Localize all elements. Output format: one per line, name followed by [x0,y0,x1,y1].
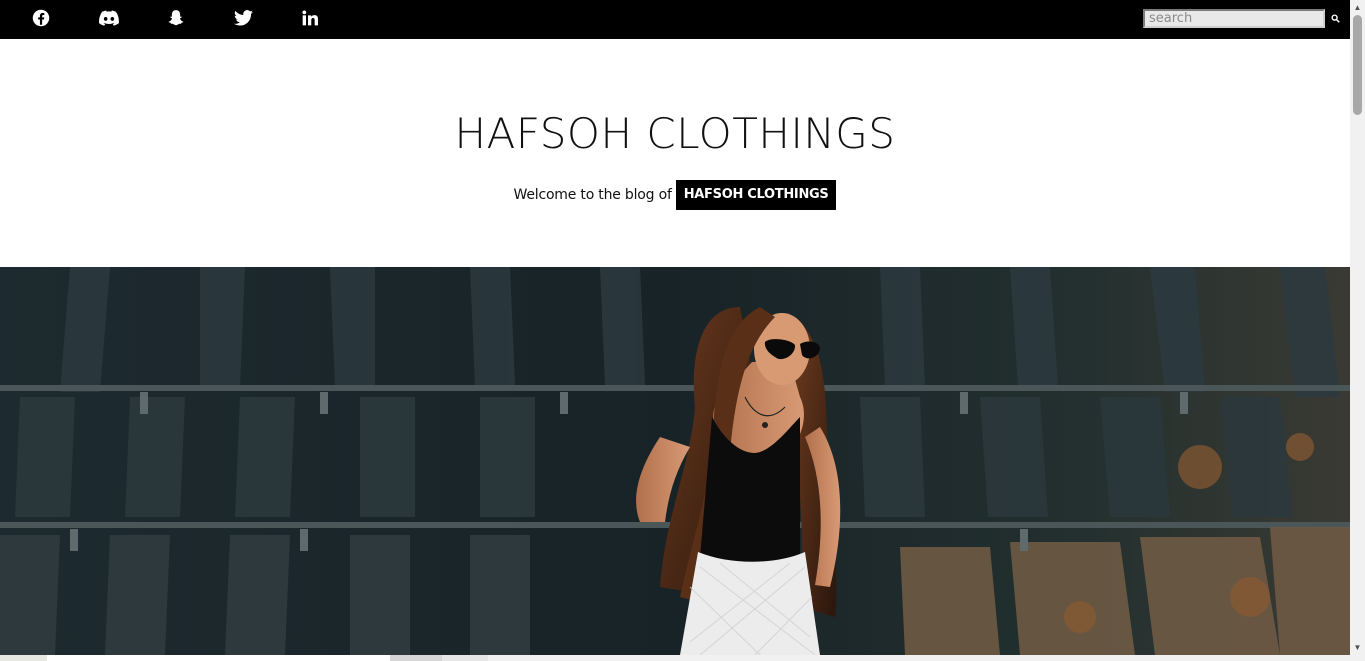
scroll-down-icon[interactable]: ▼ [1350,640,1365,655]
tagline-text: Welcome to the blog of [513,187,672,203]
search-icon [1330,14,1340,23]
snapchat-icon[interactable] [165,8,187,28]
twitter-icon[interactable] [232,8,254,28]
search-input[interactable] [1143,9,1325,28]
scrollbar-thumb[interactable] [1353,15,1362,115]
page-viewport: HAFSOH CLOTHINGS Welcome to the blog of … [0,0,1350,655]
hero-image [0,267,1350,655]
scroll-up-icon[interactable]: ▲ [1350,0,1365,15]
search-form [1143,9,1343,28]
linkedin-icon[interactable] [299,8,321,28]
site-title[interactable]: HAFSOH CLOTHINGS [0,108,1350,160]
vertical-scrollbar[interactable]: ▲ ▼ [1350,0,1365,661]
top-bar [0,0,1350,39]
site-tagline: Welcome to the blog of HAFSOH CLOTHINGS [0,180,1350,210]
bottom-strip [0,655,1350,661]
facebook-icon[interactable] [30,8,52,28]
tagline-badge: HAFSOH CLOTHINGS [675,180,837,210]
search-button[interactable] [1327,9,1343,28]
discord-icon[interactable] [98,8,120,28]
